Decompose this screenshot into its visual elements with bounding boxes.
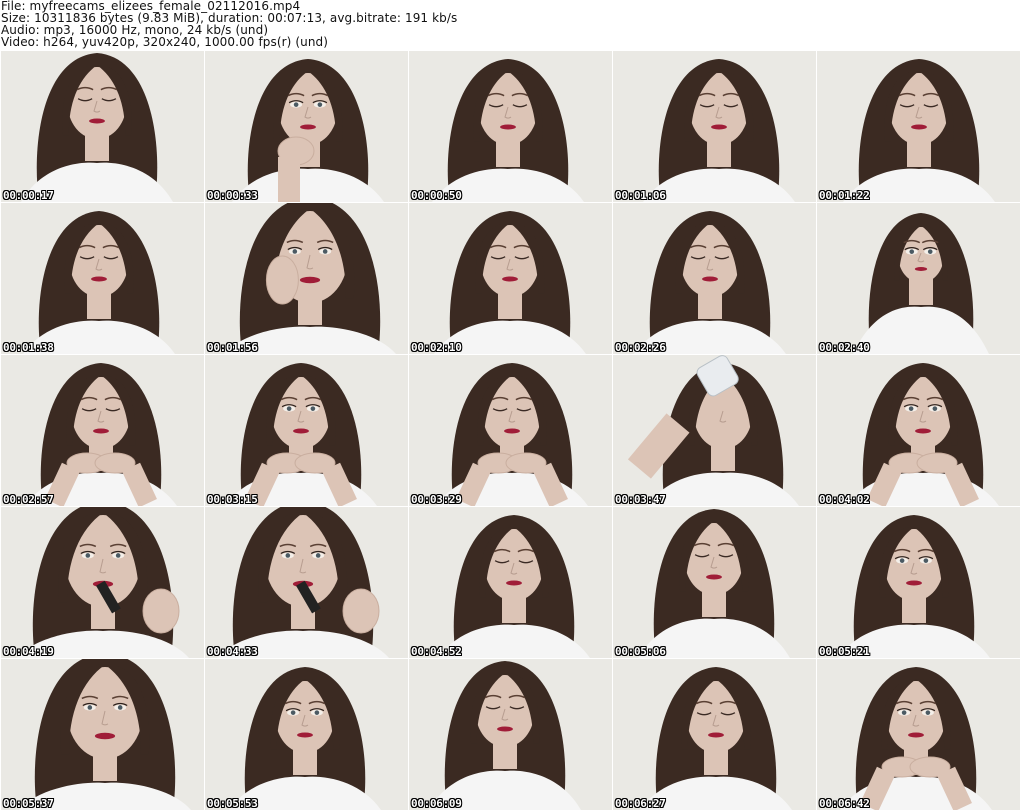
frame-timestamp: 00:04:02 (819, 493, 870, 506)
frame-image (1, 507, 204, 658)
thumbnail-frame: 00:06:42 (817, 659, 1020, 810)
frame-timestamp: 00:00:17 (3, 189, 54, 202)
thumbnail-frame: 00:00:33 (205, 51, 408, 202)
frame-image (817, 51, 1020, 202)
thumbnail-frame: 00:06:09 (409, 659, 612, 810)
thumbnail-frame: 00:02:57 (1, 355, 204, 506)
thumbnail-grid: 00:00:17 00:00:33 00:00:50 00:01:06 00:01:22… (1, 51, 1023, 810)
frame-timestamp: 00:03:47 (615, 493, 666, 506)
frame-image (1, 51, 204, 202)
frame-image (1, 203, 204, 354)
frame-timestamp: 00:04:19 (3, 645, 54, 658)
thumbnail-frame: 00:04:33 (205, 507, 408, 658)
video-info-header: File: myfreecams_elizees_female_02112016… (1, 0, 1021, 50)
frame-timestamp: 00:02:57 (3, 493, 54, 506)
frame-image (409, 51, 612, 202)
thumbnail-frame: 00:01:38 (1, 203, 204, 354)
frame-image (1, 355, 204, 506)
thumbnail-frame: 00:01:22 (817, 51, 1020, 202)
frame-image (205, 659, 408, 810)
thumbnail-frame: 00:05:53 (205, 659, 408, 810)
frame-timestamp: 00:00:33 (207, 189, 258, 202)
frame-timestamp: 00:04:33 (207, 645, 258, 658)
frame-image (817, 355, 1020, 506)
frame-timestamp: 00:05:53 (207, 797, 258, 810)
frame-image (613, 659, 816, 810)
video-info-line: Video: h264, yuv420p, 320x240, 1000.00 f… (1, 35, 329, 49)
frame-image (205, 507, 408, 658)
thumbnail-frame: 00:02:40 (817, 203, 1020, 354)
thumbnail-frame: 00:02:26 (613, 203, 816, 354)
frame-timestamp: 00:02:26 (615, 341, 666, 354)
thumbnail-frame: 00:01:56 (205, 203, 408, 354)
frame-image (205, 51, 408, 202)
frame-image (409, 507, 612, 658)
frame-image (817, 507, 1020, 658)
thumbnail-frame: 00:03:47 (613, 355, 816, 506)
frame-timestamp: 00:03:29 (411, 493, 462, 506)
frame-timestamp: 00:06:09 (411, 797, 462, 810)
thumbnail-frame: 00:02:10 (409, 203, 612, 354)
frame-image (613, 203, 816, 354)
frame-timestamp: 00:01:06 (615, 189, 666, 202)
thumbnail-frame: 00:03:15 (205, 355, 408, 506)
frame-image (409, 203, 612, 354)
frame-timestamp: 00:06:27 (615, 797, 666, 810)
thumbnail-frame: 00:04:19 (1, 507, 204, 658)
frame-image (613, 51, 816, 202)
frame-timestamp: 00:03:15 (207, 493, 258, 506)
frame-image (1, 659, 204, 810)
thumbnail-frame: 00:01:06 (613, 51, 816, 202)
frame-timestamp: 00:00:50 (411, 189, 462, 202)
frame-timestamp: 00:01:22 (819, 189, 870, 202)
frame-image (613, 507, 816, 658)
thumbnail-frame: 00:03:29 (409, 355, 612, 506)
frame-timestamp: 00:01:38 (3, 341, 54, 354)
frame-timestamp: 00:02:10 (411, 341, 462, 354)
thumbnail-frame: 00:00:17 (1, 51, 204, 202)
thumbnail-frame: 00:00:50 (409, 51, 612, 202)
frame-timestamp: 00:04:52 (411, 645, 462, 658)
frame-image (205, 355, 408, 506)
frame-image (409, 355, 612, 506)
thumbnail-frame: 00:05:21 (817, 507, 1020, 658)
frame-timestamp: 00:01:56 (207, 341, 258, 354)
frame-timestamp: 00:02:40 (819, 341, 870, 354)
thumbnail-frame: 00:05:06 (613, 507, 816, 658)
thumbnail-frame: 00:06:27 (613, 659, 816, 810)
frame-image (817, 203, 1020, 354)
thumbnail-frame: 00:04:52 (409, 507, 612, 658)
frame-timestamp: 00:05:21 (819, 645, 870, 658)
frame-timestamp: 00:05:06 (615, 645, 666, 658)
frame-timestamp: 00:05:37 (3, 797, 54, 810)
thumbnail-frame: 00:05:37 (1, 659, 204, 810)
frame-timestamp: 00:06:42 (819, 797, 870, 810)
frame-image (613, 355, 816, 506)
frame-image (817, 659, 1020, 810)
thumbnail-frame: 00:04:02 (817, 355, 1020, 506)
frame-image (409, 659, 612, 810)
frame-image (205, 203, 408, 354)
